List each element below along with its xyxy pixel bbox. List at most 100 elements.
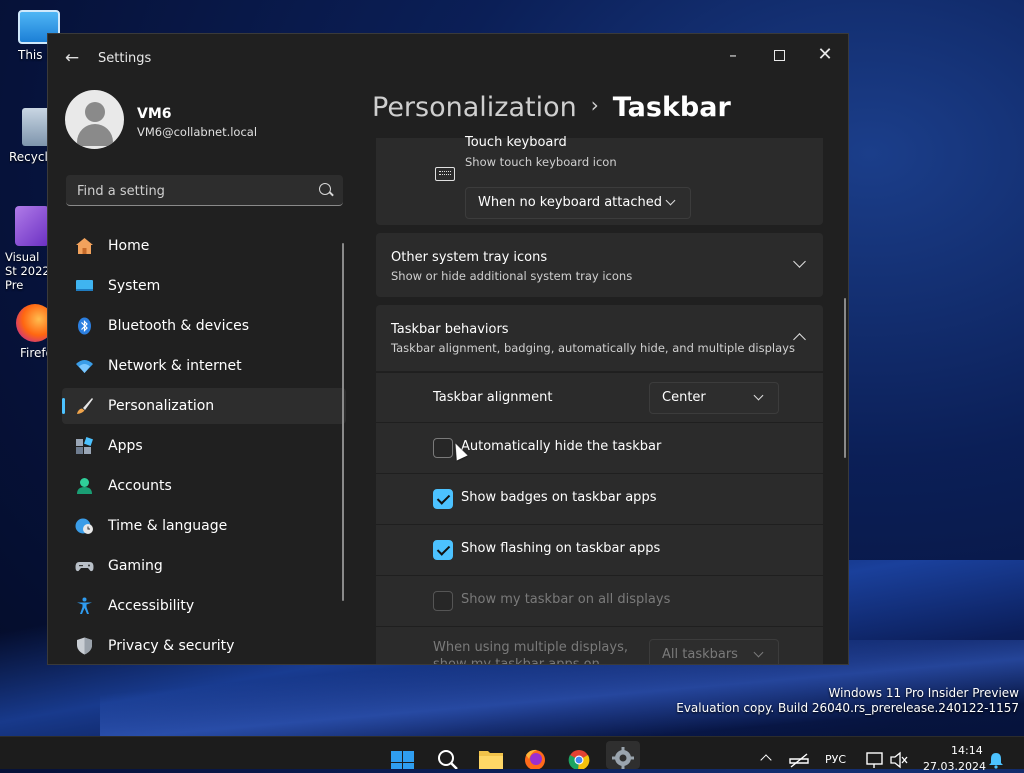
sidebar-nav: Home System Bluetooth & devices Network … — [62, 228, 346, 664]
show-flashing-checkbox[interactable] — [433, 540, 453, 560]
sidebar-item-label: Home — [108, 238, 150, 254]
chevron-down-icon — [753, 390, 764, 401]
multi-display-label: When using multiple displays, show my ta… — [433, 640, 628, 665]
all-displays-label: Show my taskbar on all displays — [461, 592, 671, 607]
back-arrow-icon[interactable]: ← — [62, 48, 82, 68]
sidebar-item-label: Network & internet — [108, 358, 242, 374]
sidebar-scrollbar[interactable] — [342, 243, 344, 601]
home-icon — [75, 237, 94, 255]
show-badges-label: Show badges on taskbar apps — [461, 490, 657, 505]
sidebar-item-time-language[interactable]: Time & language — [62, 508, 346, 544]
touch-keyboard-subtitle: Show touch keyboard icon — [465, 155, 617, 169]
other-tray-icons-card[interactable]: Other system tray icons Show or hide add… — [376, 233, 823, 297]
visual-studio-icon — [15, 206, 49, 246]
desktop-icon-label: Visual St 2022 Pre — [5, 250, 50, 292]
chevron-down-icon — [665, 195, 676, 206]
behaviors-title: Taskbar behaviors — [391, 322, 509, 337]
sidebar-item-label: Accounts — [108, 478, 172, 494]
sidebar-item-system[interactable]: System — [62, 268, 346, 304]
breadcrumb: Personalization › Taskbar — [372, 92, 731, 123]
minimize-icon[interactable]: – — [711, 40, 755, 70]
page-title: Taskbar — [612, 92, 731, 123]
input-language[interactable]: РУС — [825, 753, 846, 766]
behaviors-subtitle: Taskbar alignment, badging, automaticall… — [391, 341, 795, 355]
watermark-line-2: Evaluation copy. Build 26040.rs_prerelea… — [676, 701, 1019, 715]
clock-time[interactable]: 14:14 — [951, 744, 983, 757]
file-explorer-icon[interactable] — [476, 741, 506, 769]
apps-icon — [75, 437, 94, 455]
multi-display-dropdown[interactable]: All taskbars — [649, 639, 779, 664]
sidebar-item-gaming[interactable]: Gaming — [62, 548, 346, 584]
auto-hide-row[interactable]: Automatically hide the taskbar — [376, 422, 823, 473]
chevron-down-icon[interactable] — [793, 255, 806, 268]
sidebar-item-label: Time & language — [108, 518, 228, 534]
sidebar-item-label: Gaming — [108, 558, 163, 574]
sidebar-item-accessibility[interactable]: Accessibility — [62, 588, 346, 624]
show-flashing-row[interactable]: Show flashing on taskbar apps — [376, 524, 823, 575]
clock-date[interactable]: 27.03.2024 — [923, 760, 986, 773]
chevron-up-icon[interactable] — [756, 741, 776, 769]
sidebar-item-personalization[interactable]: Personalization — [62, 388, 346, 424]
title-bar[interactable]: ← Settings – ✕ — [48, 34, 848, 82]
chevron-up-icon[interactable] — [793, 333, 806, 346]
search-box[interactable] — [66, 175, 343, 206]
search-input[interactable] — [75, 181, 309, 201]
firefox-icon[interactable] — [520, 741, 550, 770]
all-displays-checkbox[interactable] — [433, 591, 453, 611]
taskbar-alignment-dropdown[interactable]: Center — [649, 382, 779, 414]
app-title: Settings — [98, 51, 152, 66]
brush-icon — [75, 397, 94, 415]
sidebar-item-apps[interactable]: Apps — [62, 428, 346, 464]
show-flashing-label: Show flashing on taskbar apps — [461, 541, 661, 556]
multi-display-row: When using multiple displays, show my ta… — [376, 626, 823, 665]
close-icon[interactable]: ✕ — [803, 40, 847, 70]
sidebar-item-network[interactable]: Network & internet — [62, 348, 346, 384]
sidebar-item-label: System — [108, 278, 161, 294]
taskbar-alignment-row: Taskbar alignment Center — [376, 372, 823, 423]
maximize-icon[interactable] — [757, 40, 801, 70]
show-badges-row[interactable]: Show badges on taskbar apps — [376, 473, 823, 524]
touch-keyboard-card: Touch keyboard Show touch keyboard icon … — [376, 135, 823, 225]
user-name: VM6 — [137, 106, 172, 122]
other-tray-title: Other system tray icons — [391, 250, 548, 265]
start-icon[interactable] — [388, 741, 418, 769]
sidebar-item-label: Bluetooth & devices — [108, 318, 250, 334]
multi-display-value: All taskbars — [662, 647, 738, 662]
other-tray-subtitle: Show or hide additional system tray icon… — [391, 269, 633, 283]
sidebar-item-label: Personalization — [108, 398, 215, 414]
volume-muted-icon[interactable] — [888, 741, 910, 769]
taskbar: РУС 14:14 27.03.2024 — [0, 736, 1024, 773]
accessibility-icon — [75, 597, 94, 615]
content-scrollbar[interactable] — [844, 298, 846, 458]
sidebar-item-home[interactable]: Home — [62, 228, 346, 264]
gamepad-icon — [75, 557, 94, 575]
accounts-icon — [75, 477, 94, 495]
breadcrumb-parent[interactable]: Personalization — [372, 92, 577, 123]
network-disconnected-icon[interactable] — [788, 741, 810, 769]
sidebar-item-bluetooth[interactable]: Bluetooth & devices — [62, 308, 346, 344]
chevron-down-icon — [753, 647, 764, 658]
evaluation-watermark: Windows 11 Pro Insider Preview Evaluatio… — [676, 686, 1019, 716]
sidebar-item-label: Accessibility — [108, 598, 195, 614]
taskbar-alignment-label: Taskbar alignment — [433, 390, 553, 405]
bluetooth-icon — [75, 317, 94, 335]
notification-bell-icon[interactable] — [986, 741, 1006, 769]
settings-icon[interactable] — [606, 741, 640, 769]
sidebar-item-label: Privacy & security — [108, 638, 235, 654]
taskbar-behaviors-card[interactable]: Taskbar behaviors Taskbar alignment, bad… — [376, 305, 823, 371]
touch-keyboard-dropdown[interactable]: When no keyboard attached — [465, 187, 691, 219]
avatar[interactable] — [65, 90, 124, 149]
touch-keyboard-dropdown-value: When no keyboard attached — [478, 195, 662, 210]
display-icon[interactable] — [864, 741, 886, 769]
sidebar-item-accounts[interactable]: Accounts — [62, 468, 346, 504]
search-icon[interactable] — [319, 183, 331, 195]
breadcrumb-separator: › — [590, 93, 599, 117]
search-icon[interactable] — [432, 741, 462, 770]
settings-window: ← Settings – ✕ VM6 VM6@collabnet.local H… — [47, 33, 849, 665]
shield-icon — [75, 637, 94, 655]
chrome-icon[interactable] — [564, 741, 594, 771]
sidebar-item-privacy[interactable]: Privacy & security — [62, 628, 346, 664]
show-badges-checkbox[interactable] — [433, 489, 453, 509]
wifi-icon — [75, 357, 94, 375]
keyboard-icon — [435, 167, 455, 181]
